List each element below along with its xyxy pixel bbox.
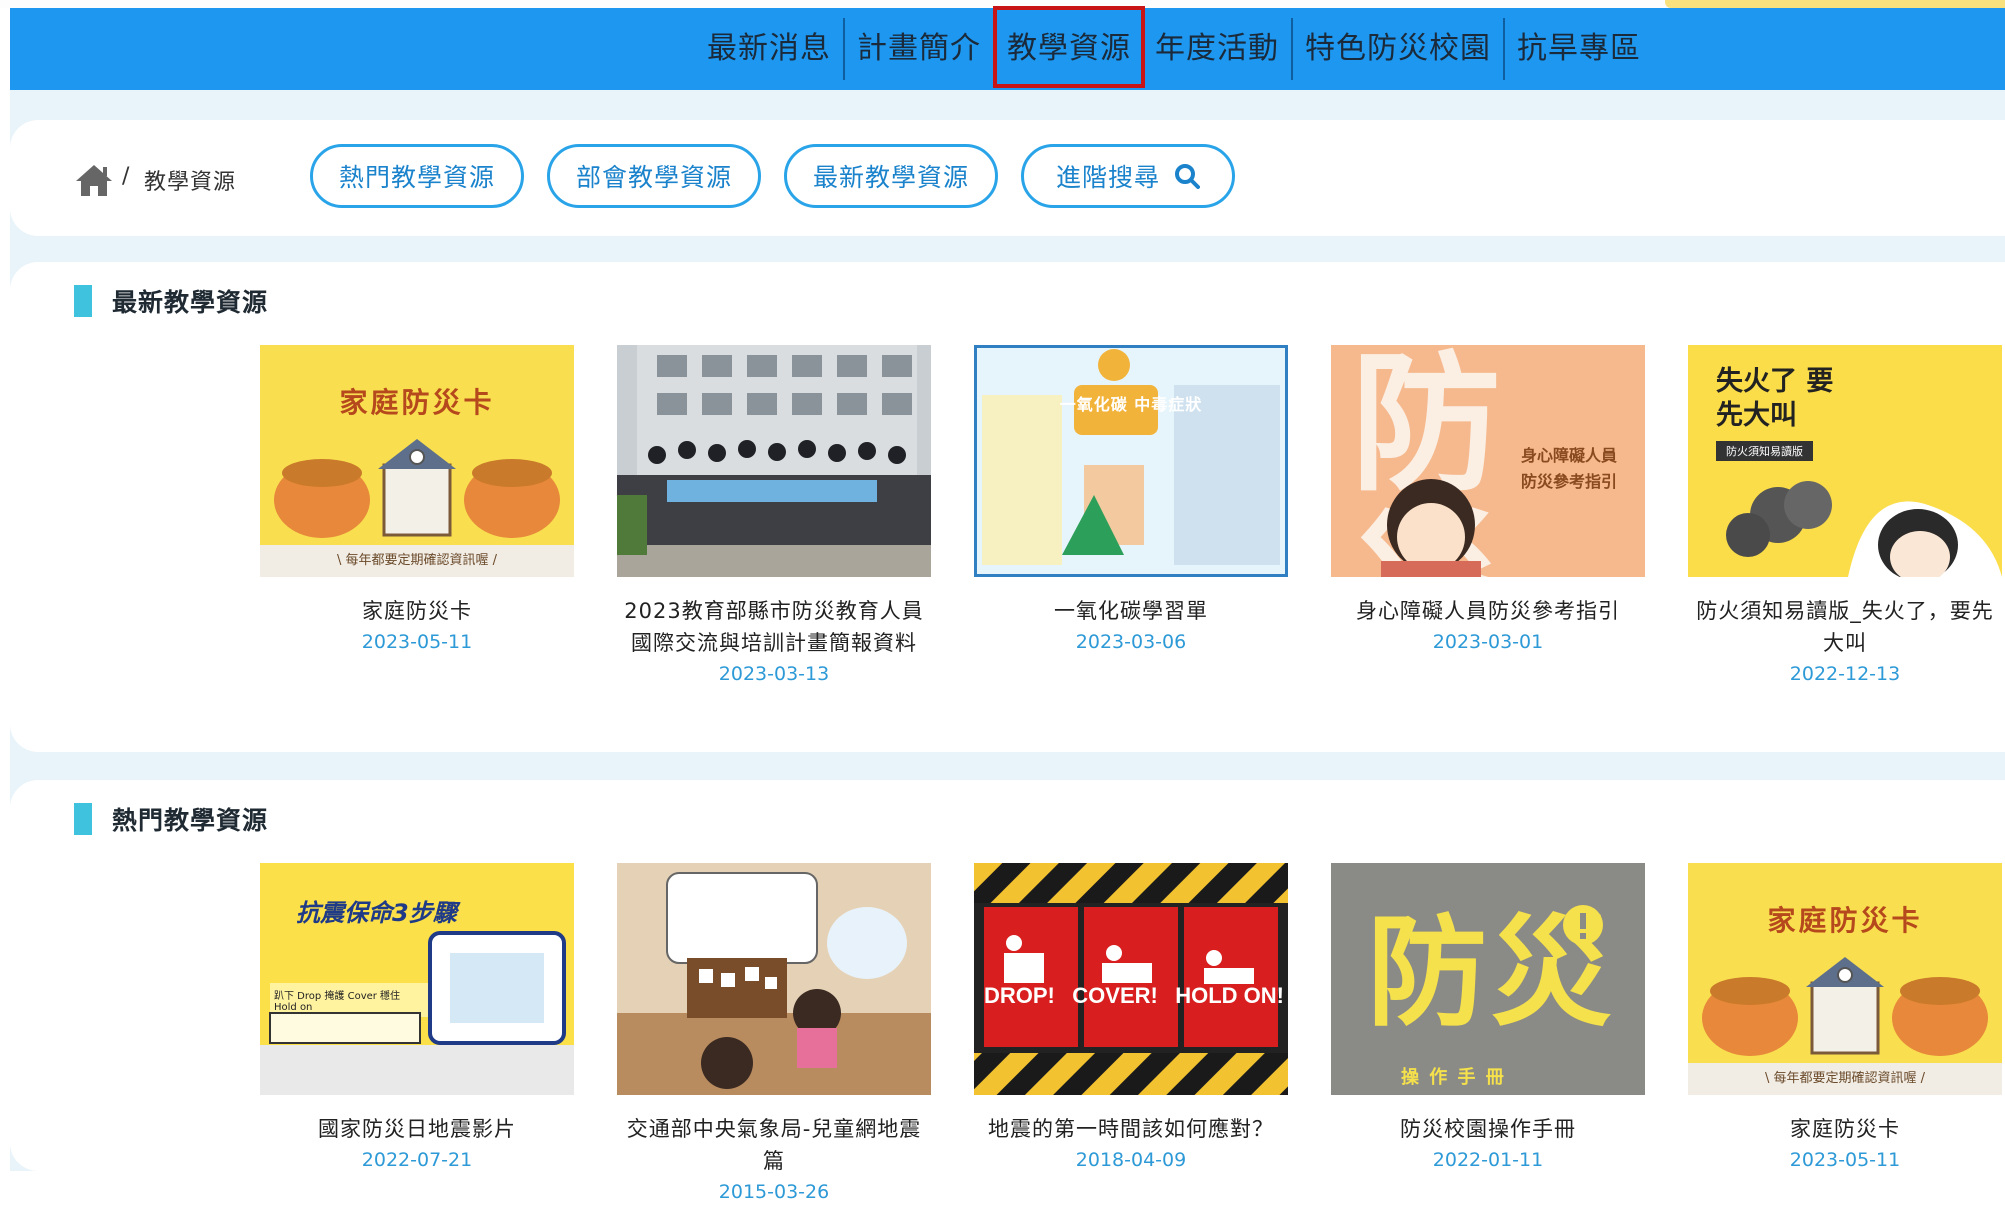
- card-thumbnail[interactable]: [617, 863, 931, 1095]
- thumb-footer: \ 每年都要定期確認資訊喔 /: [260, 545, 574, 577]
- tiger-illustration-icon: [274, 439, 560, 538]
- alert-icon: [1563, 905, 1603, 945]
- advanced-search-button[interactable]: 進階搜尋: [1021, 144, 1235, 208]
- thumb-words: DROP! COVER! HOLD ON!: [984, 983, 1284, 1009]
- group-photo-image: [617, 345, 931, 577]
- thumb-subtitle: 身心障礙人員 防災參考指引: [1521, 446, 1618, 491]
- home-icon[interactable]: [74, 162, 114, 198]
- resource-card[interactable]: 2023教育部縣市防災教育人員國際交流與培訓計畫簡報資料 2023-03-13: [617, 345, 931, 689]
- ministry-resources-button[interactable]: 部會教學資源: [547, 144, 761, 208]
- thumb-footer: \ 每年都要定期確認資訊喔 /: [1688, 1063, 2002, 1095]
- search-icon: [1175, 164, 1200, 189]
- card-date: 2023-03-06: [1075, 631, 1187, 653]
- latest-resources-button[interactable]: 最新教學資源: [784, 144, 998, 208]
- section-marker: [74, 285, 92, 317]
- section-marker: [74, 803, 92, 835]
- breadcrumb-separator: /: [122, 164, 130, 189]
- card-title[interactable]: 家庭防災卡: [1688, 1113, 2002, 1145]
- breadcrumb-current[interactable]: 教學資源: [144, 164, 236, 196]
- card-thumbnail[interactable]: 家庭防災卡 \ 每年都要定期確認資訊喔 /: [1688, 863, 2002, 1095]
- card-title[interactable]: 防火須知易讀版_失火了，要先大叫: [1688, 595, 2002, 659]
- latest-resources-label: 最新教學資源: [812, 163, 969, 192]
- card-date: 2015-03-26: [718, 1181, 830, 1203]
- top-accent: [1665, 0, 2005, 8]
- resource-card[interactable]: 防災 身心障礙人員 防災參考指引 身心障礙人員防災參考指引 2023-03-01: [1331, 345, 1645, 657]
- nav-item-teaching-resources[interactable]: 教學資源: [993, 6, 1145, 90]
- resource-card[interactable]: DROP! COVER! HOLD ON! 地震的第一時間該如何應對？ 2018…: [974, 863, 1288, 1175]
- card-title[interactable]: 交通部中央氣象局-兒童網地震篇: [617, 1113, 931, 1177]
- thumb-subtitle: 操 作 手 冊: [1401, 1067, 1506, 1088]
- card-title[interactable]: 一氧化碳學習單: [974, 595, 1288, 627]
- card-thumbnail[interactable]: 一氧化碳 中毒症狀: [974, 345, 1288, 577]
- nav-item-annual-events[interactable]: 年度活動: [1143, 8, 1291, 90]
- drop-word: DROP!: [984, 983, 1055, 1008]
- card-date: 2022-12-13: [1789, 663, 1901, 685]
- ministry-resources-label: 部會教學資源: [575, 163, 732, 192]
- card-title[interactable]: 家庭防災卡: [260, 595, 574, 627]
- nav-item-intro[interactable]: 計畫簡介: [845, 8, 993, 90]
- section-title: 熱門教學資源: [112, 806, 269, 835]
- resource-card[interactable]: 防災 操 作 手 冊 防災校園操作手冊 2022-01-11: [1331, 863, 1645, 1175]
- card-thumbnail[interactable]: [617, 345, 931, 577]
- hot-resources-label: 熱門教學資源: [338, 163, 495, 192]
- card-title[interactable]: 2023教育部縣市防災教育人員國際交流與培訓計畫簡報資料: [617, 595, 931, 659]
- nav-items: 最新消息 計畫簡介 教學資源 年度活動 特色防災校園 抗旱專區: [695, 6, 1653, 90]
- card-thumbnail[interactable]: 家庭防災卡 \ 每年都要定期確認資訊喔 /: [260, 345, 574, 577]
- card-date: 2023-03-13: [718, 663, 830, 685]
- earthquake-poster-image: [260, 931, 574, 1095]
- card-thumbnail[interactable]: DROP! COVER! HOLD ON!: [974, 863, 1288, 1095]
- nav-item-drought[interactable]: 抗旱專區: [1505, 8, 1653, 90]
- thumb-heading: 一氧化碳 中毒症狀: [1059, 395, 1203, 414]
- advanced-search-label: 進階搜尋: [1055, 163, 1160, 192]
- section-heading: 最新教學資源: [74, 284, 268, 318]
- resource-card[interactable]: 抗震保命3步驟 趴下 Drop 掩護 Cover 穩住 Hold on 國家防災…: [260, 863, 574, 1175]
- card-title[interactable]: 國家防災日地震影片: [260, 1113, 574, 1145]
- main-nav: 最新消息 計畫簡介 教學資源 年度活動 特色防災校園 抗旱專區: [10, 6, 2005, 90]
- card-title[interactable]: 地震的第一時間該如何應對？: [974, 1113, 1288, 1145]
- card-title[interactable]: 身心障礙人員防災參考指引: [1331, 595, 1645, 627]
- smoke-illustration-icon: [1726, 481, 2002, 577]
- nav-item-news[interactable]: 最新消息: [695, 8, 843, 90]
- card-thumbnail[interactable]: 抗震保命3步驟 趴下 Drop 掩護 Cover 穩住 Hold on: [260, 863, 574, 1095]
- drop-cover-hold-image: [974, 863, 1288, 1095]
- latest-resources-section: 最新教學資源 家庭防災卡 \ 每年都要定期確認資訊喔 / 家庭防災卡 2023-…: [10, 262, 2005, 752]
- resource-card[interactable]: 一氧化碳 中毒症狀 一氧化碳學習單 2023-03-06: [974, 345, 1288, 657]
- card-thumbnail[interactable]: 防災 身心障礙人員 防災參考指引: [1331, 345, 1645, 577]
- nav-item-featured-campus[interactable]: 特色防災校園: [1293, 8, 1503, 90]
- resource-card[interactable]: 交通部中央氣象局-兒童網地震篇 2015-03-26: [617, 863, 931, 1207]
- thumb-heading: 家庭防災卡: [1767, 904, 1923, 937]
- hold-on-word: HOLD ON!: [1175, 983, 1284, 1008]
- breadcrumb-bar: / 教學資源 熱門教學資源 部會教學資源 最新教學資源 進階搜尋: [10, 120, 2005, 236]
- resource-card[interactable]: 失火了 要先大叫 防火須知易讀版 防火須知易讀版_失火了，要先大叫 2022-1…: [1688, 345, 2002, 689]
- card-thumbnail[interactable]: 防災 操 作 手 冊: [1331, 863, 1645, 1095]
- section-title: 最新教學資源: [112, 288, 269, 317]
- card-date: 2023-05-11: [361, 631, 473, 653]
- card-date: 2023-03-01: [1432, 631, 1544, 653]
- thumb-heading: 家庭防災卡: [339, 386, 495, 419]
- card-thumbnail[interactable]: 失火了 要先大叫 防火須知易讀版: [1688, 345, 2002, 577]
- tiger-illustration-icon: [1702, 957, 1988, 1056]
- cover-word: COVER!: [1072, 983, 1158, 1008]
- co-poster-image: [974, 345, 1288, 577]
- section-heading: 熱門教學資源: [74, 802, 268, 836]
- person-illustration-icon: [1381, 479, 1481, 577]
- classroom-cartoon-image: [617, 863, 931, 1095]
- hot-resources-button[interactable]: 熱門教學資源: [310, 144, 524, 208]
- thumb-heading: 失火了 要先大叫: [1716, 366, 1834, 431]
- hot-resources-section: 熱門教學資源 抗震保命3步驟 趴下 Drop 掩護 Cover 穩住 Hold …: [10, 780, 2005, 1203]
- resource-card[interactable]: 家庭防災卡 \ 每年都要定期確認資訊喔 / 家庭防災卡 2023-05-11: [260, 345, 574, 657]
- thumb-badge: 防火須知易讀版: [1716, 441, 1813, 461]
- resource-card[interactable]: 家庭防災卡 \ 每年都要定期確認資訊喔 / 家庭防災卡 2023-05-11: [1688, 863, 2002, 1175]
- card-title[interactable]: 防災校園操作手冊: [1331, 1113, 1645, 1145]
